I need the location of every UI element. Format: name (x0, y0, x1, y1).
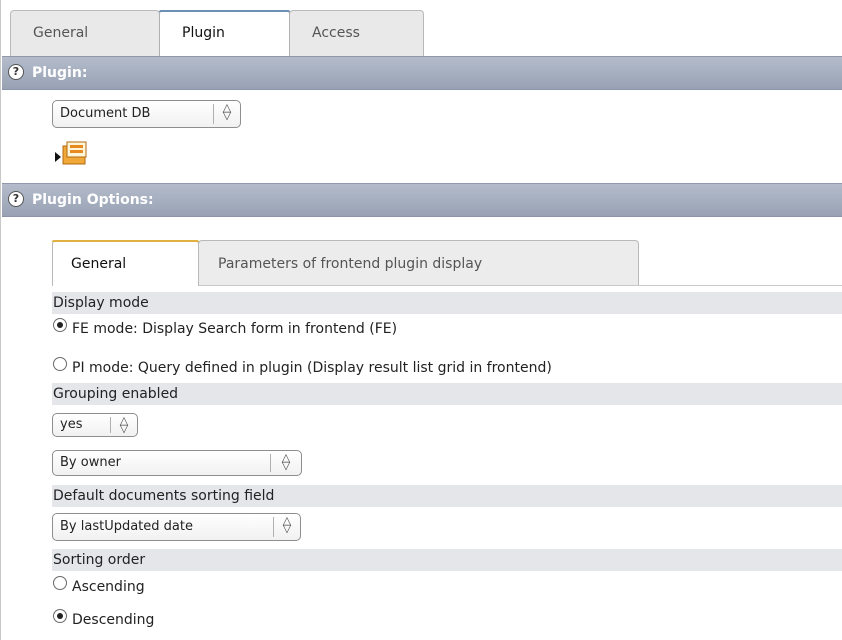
help-icon[interactable]: ? (8, 191, 24, 207)
tab-access[interactable]: Access (289, 10, 424, 56)
plugin-section-title: Plugin: (32, 65, 88, 81)
plugin-select-value: Document DB (60, 106, 151, 121)
radio-fe-mode-label: FE mode: Display Search form in frontend… (72, 321, 398, 337)
options-tab-general-label: General (71, 256, 127, 272)
select-updown-icon: △ ▽ (110, 415, 137, 434)
radio-pi-mode-label: PI mode: Query defined in plugin (Displa… (72, 360, 552, 376)
form-frame: General Plugin Access ? Plugin: Document… (0, 0, 842, 640)
select-updown-icon: △ ▽ (270, 452, 301, 472)
plugin-select[interactable]: Document DB △ ▽ (52, 100, 241, 128)
options-tab-parameters-label: Parameters of frontend plugin display (218, 256, 483, 272)
radio-descending[interactable] (53, 609, 67, 623)
plugin-folder-icon[interactable] (62, 140, 88, 166)
group-by-select[interactable]: By owner △ ▽ (52, 450, 302, 476)
sorting-order-label: Sorting order (52, 549, 842, 571)
tab-general[interactable]: General (10, 10, 160, 56)
radio-ascending-label: Ascending (72, 579, 145, 595)
select-updown-icon: △ ▽ (273, 515, 300, 537)
plugin-options-section-header: ? Plugin Options: (2, 183, 842, 217)
tab-plugin-label: Plugin (182, 25, 225, 41)
grouping-enabled-select[interactable]: yes △ ▽ (52, 413, 138, 437)
help-icon[interactable]: ? (8, 64, 24, 80)
options-tab-parameters[interactable]: Parameters of frontend plugin display (198, 240, 639, 286)
group-by-value: By owner (60, 455, 121, 470)
radio-fe-mode[interactable] (53, 318, 67, 332)
radio-pi-mode[interactable] (53, 357, 67, 371)
radio-descending-label: Descending (72, 612, 155, 628)
radio-ascending[interactable] (53, 576, 67, 590)
expand-arrow-icon[interactable] (55, 152, 61, 162)
tab-general-label: General (33, 25, 89, 41)
display-mode-label: Display mode (52, 292, 842, 314)
plugin-options-section-title: Plugin Options: (32, 192, 154, 208)
select-updown-icon: △ ▽ (213, 102, 240, 124)
tab-access-label: Access (312, 25, 360, 41)
tab-plugin[interactable]: Plugin (159, 10, 290, 56)
sorting-field-label: Default documents sorting field (52, 485, 842, 507)
sorting-field-value: By lastUpdated date (60, 519, 193, 534)
sorting-field-select[interactable]: By lastUpdated date △ ▽ (52, 513, 301, 541)
grouping-enabled-value: yes (60, 417, 83, 432)
grouping-enabled-label: Grouping enabled (52, 383, 842, 405)
plugin-section-header: ? Plugin: (2, 56, 842, 90)
options-tab-general[interactable]: General (52, 240, 199, 286)
